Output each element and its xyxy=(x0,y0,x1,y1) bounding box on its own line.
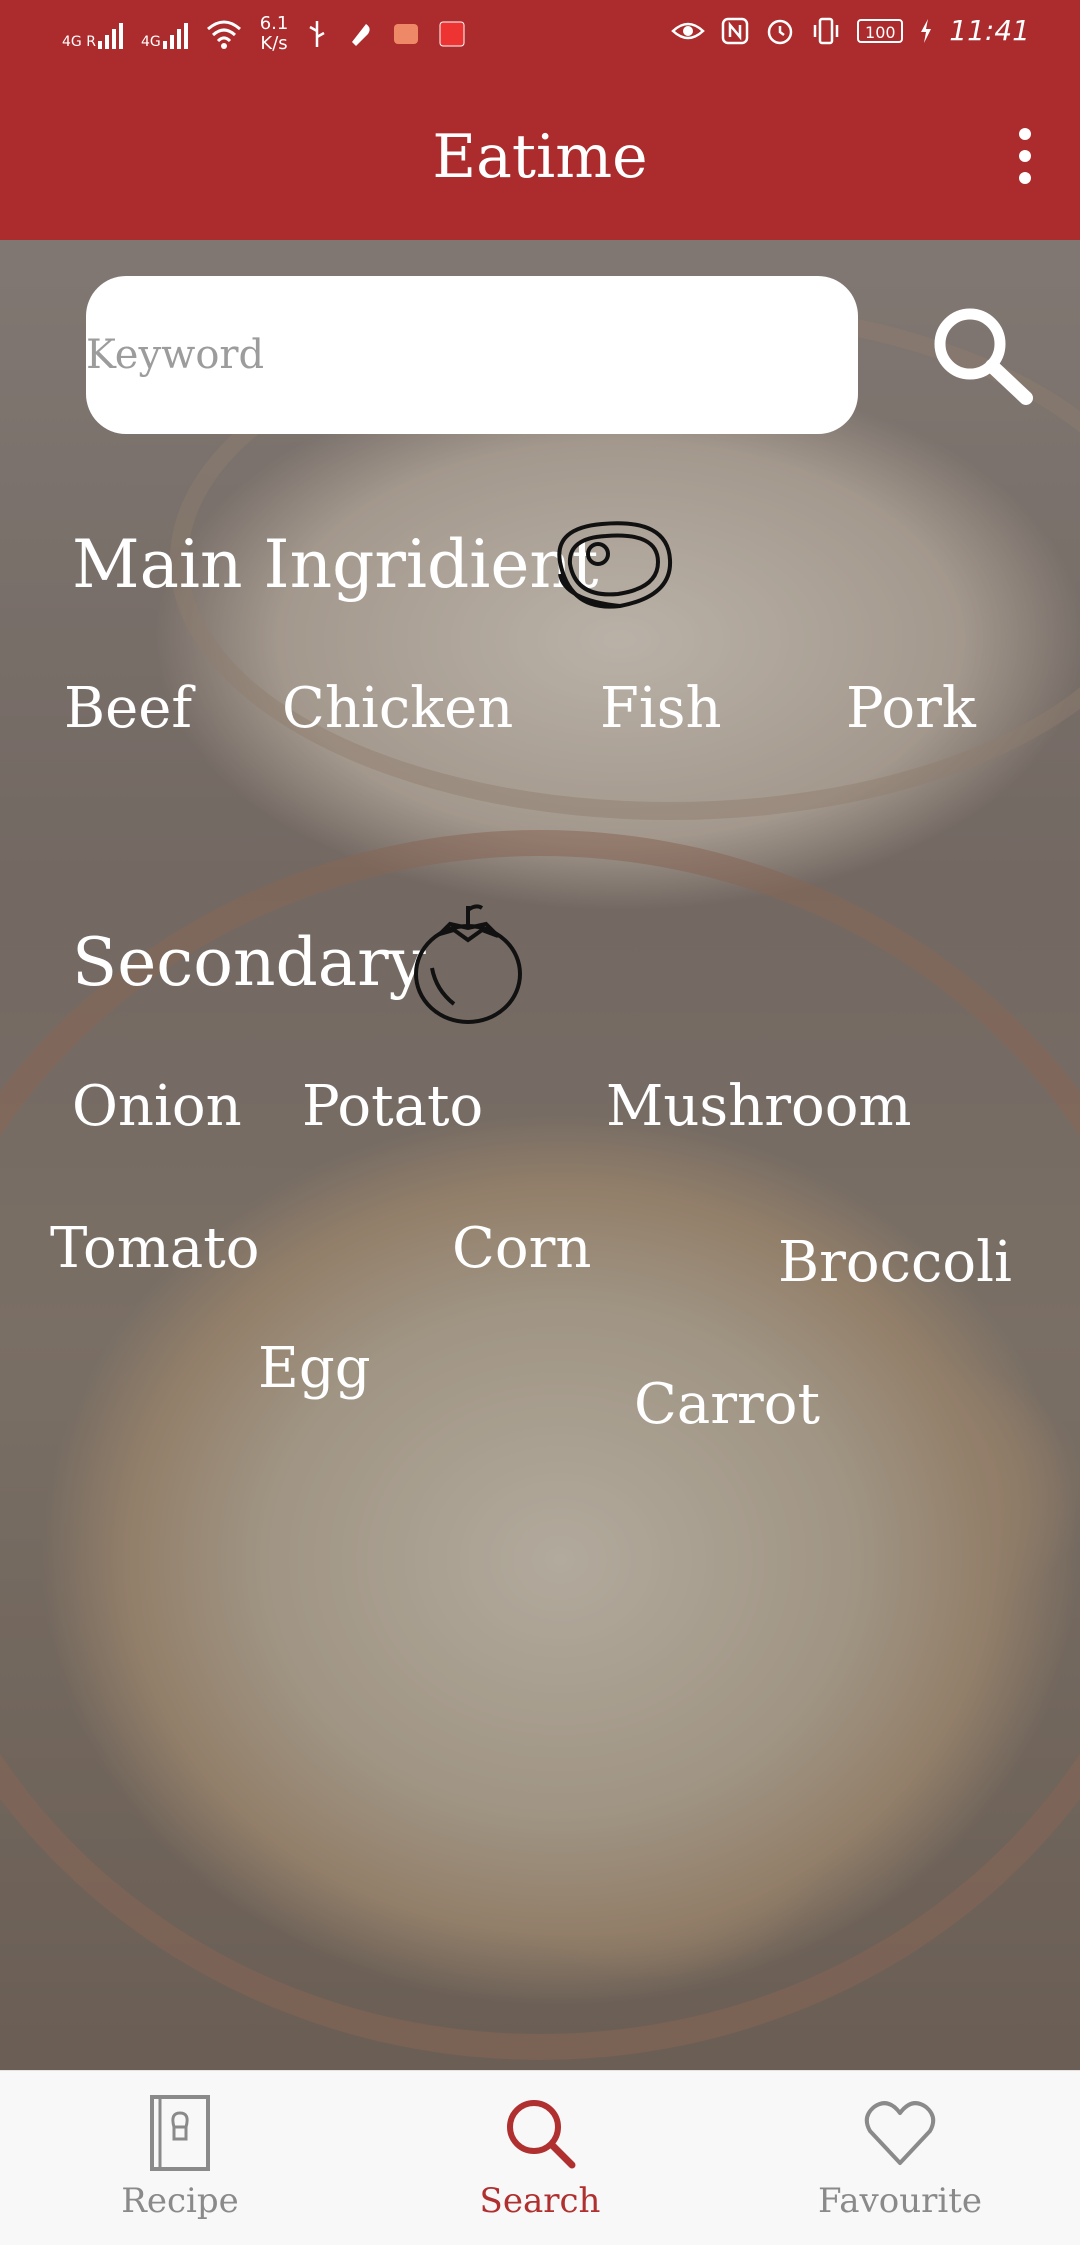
vibrate-icon xyxy=(814,17,839,44)
clock: 11:41 xyxy=(949,14,1030,47)
nav-favourite[interactable]: Favourite xyxy=(780,2071,1020,2245)
app-title: Eatime xyxy=(432,122,648,192)
ingredient-tag-fish[interactable]: Fish xyxy=(600,676,722,741)
battery-indicator: 100 xyxy=(857,18,904,43)
network-speed: 6.1 K/s xyxy=(259,13,289,54)
nav-search[interactable]: Search xyxy=(420,2071,660,2245)
wifi-icon xyxy=(206,20,241,49)
background-food-photo xyxy=(0,240,1080,2070)
eye-icon xyxy=(671,22,706,39)
nav-favourite-label: Favourite xyxy=(817,2181,983,2221)
ingredient-tag-chicken[interactable]: Chicken xyxy=(282,676,513,741)
heart-icon xyxy=(864,2101,936,2165)
search-input[interactable] xyxy=(86,276,858,434)
network-type-2: 4G xyxy=(140,34,161,50)
alarm-icon xyxy=(768,19,793,44)
signal-icon xyxy=(97,19,123,49)
bottom-navigation: Recipe Search Favourite xyxy=(0,2070,1080,2245)
tomato-icon xyxy=(414,904,522,1024)
secondary-title: Secondary xyxy=(72,924,426,1001)
ingredient-tag-egg[interactable]: Egg xyxy=(258,1336,371,1401)
notification-app-icon-3 xyxy=(439,21,465,47)
app-bar: Eatime xyxy=(0,72,1080,240)
ingredient-tag-corn[interactable]: Corn xyxy=(452,1216,591,1281)
status-bar: 4G R 4G 6.1 K/s 100 11:41 xyxy=(0,0,1080,72)
network-type-1: 4G R xyxy=(62,34,96,50)
steak-icon xyxy=(557,521,673,609)
nav-recipe-label: Recipe xyxy=(121,2181,239,2221)
charging-icon xyxy=(921,18,932,43)
ingredient-tag-pork[interactable]: Pork xyxy=(846,676,976,741)
notification-app-icon xyxy=(352,24,370,46)
ingredient-tag-beef[interactable]: Beef xyxy=(64,676,192,741)
search-icon xyxy=(507,2100,576,2169)
notification-app-icon-2 xyxy=(394,24,419,44)
ingredient-tag-potato[interactable]: Potato xyxy=(302,1074,483,1139)
ingredient-tag-mushroom[interactable]: Mushroom xyxy=(606,1074,912,1139)
signal-2: 4G xyxy=(141,19,188,49)
ingredient-tag-tomato[interactable]: Tomato xyxy=(50,1216,259,1281)
nfc-icon xyxy=(722,17,749,44)
nav-recipe[interactable]: Recipe xyxy=(60,2071,300,2245)
usb-icon xyxy=(309,21,325,47)
signal-1: 4G R xyxy=(62,19,123,49)
main-ingredient-title: Main Ingridient xyxy=(72,526,599,603)
ingredient-tag-onion[interactable]: Onion xyxy=(72,1074,242,1139)
search-button[interactable] xyxy=(920,296,1040,416)
recipe-book-icon xyxy=(150,2095,210,2171)
signal-icon xyxy=(162,19,188,49)
more-vert-icon[interactable] xyxy=(1010,128,1040,184)
nav-search-label: Search xyxy=(479,2181,601,2221)
ingredient-tag-broccoli[interactable]: Broccoli xyxy=(778,1230,1012,1295)
ingredient-tag-carrot[interactable]: Carrot xyxy=(634,1372,820,1437)
